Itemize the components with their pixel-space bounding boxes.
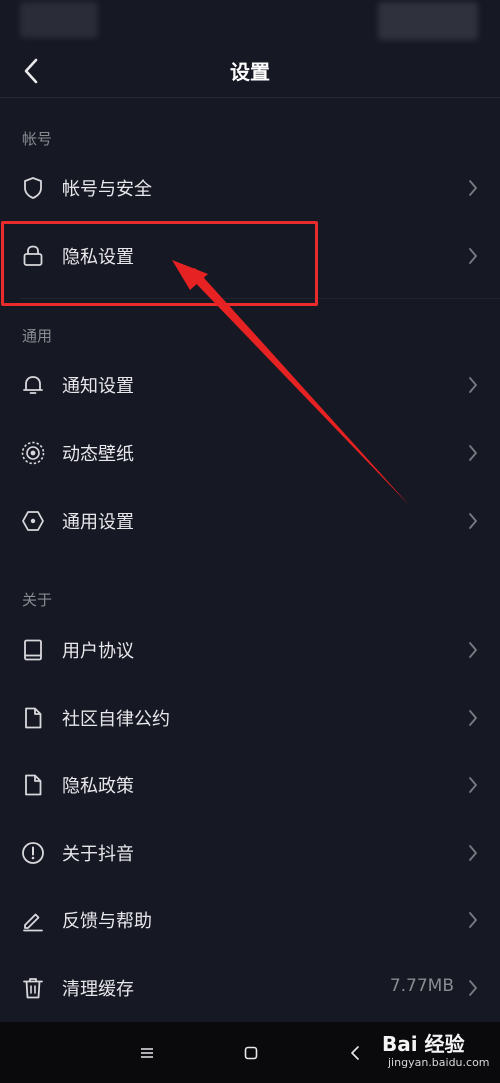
watermark-url: jingyan.baidu.com [388,1056,490,1069]
home-button[interactable] [236,1038,266,1068]
watermark-brand: Bai 经验 [382,1032,465,1056]
baidu-jingyan-watermark: Bai 经验 jingyan.baidu.com [382,1028,494,1074]
menu-icon [141,1048,153,1058]
menu-button[interactable] [132,1038,162,1068]
annotation-arrow [172,260,410,506]
chevron-left-icon [351,1046,359,1060]
system-back-button[interactable] [340,1038,370,1068]
home-square-icon [244,1046,258,1060]
system-nav-bar: Bai 经验 jingyan.baidu.com [0,1022,500,1083]
